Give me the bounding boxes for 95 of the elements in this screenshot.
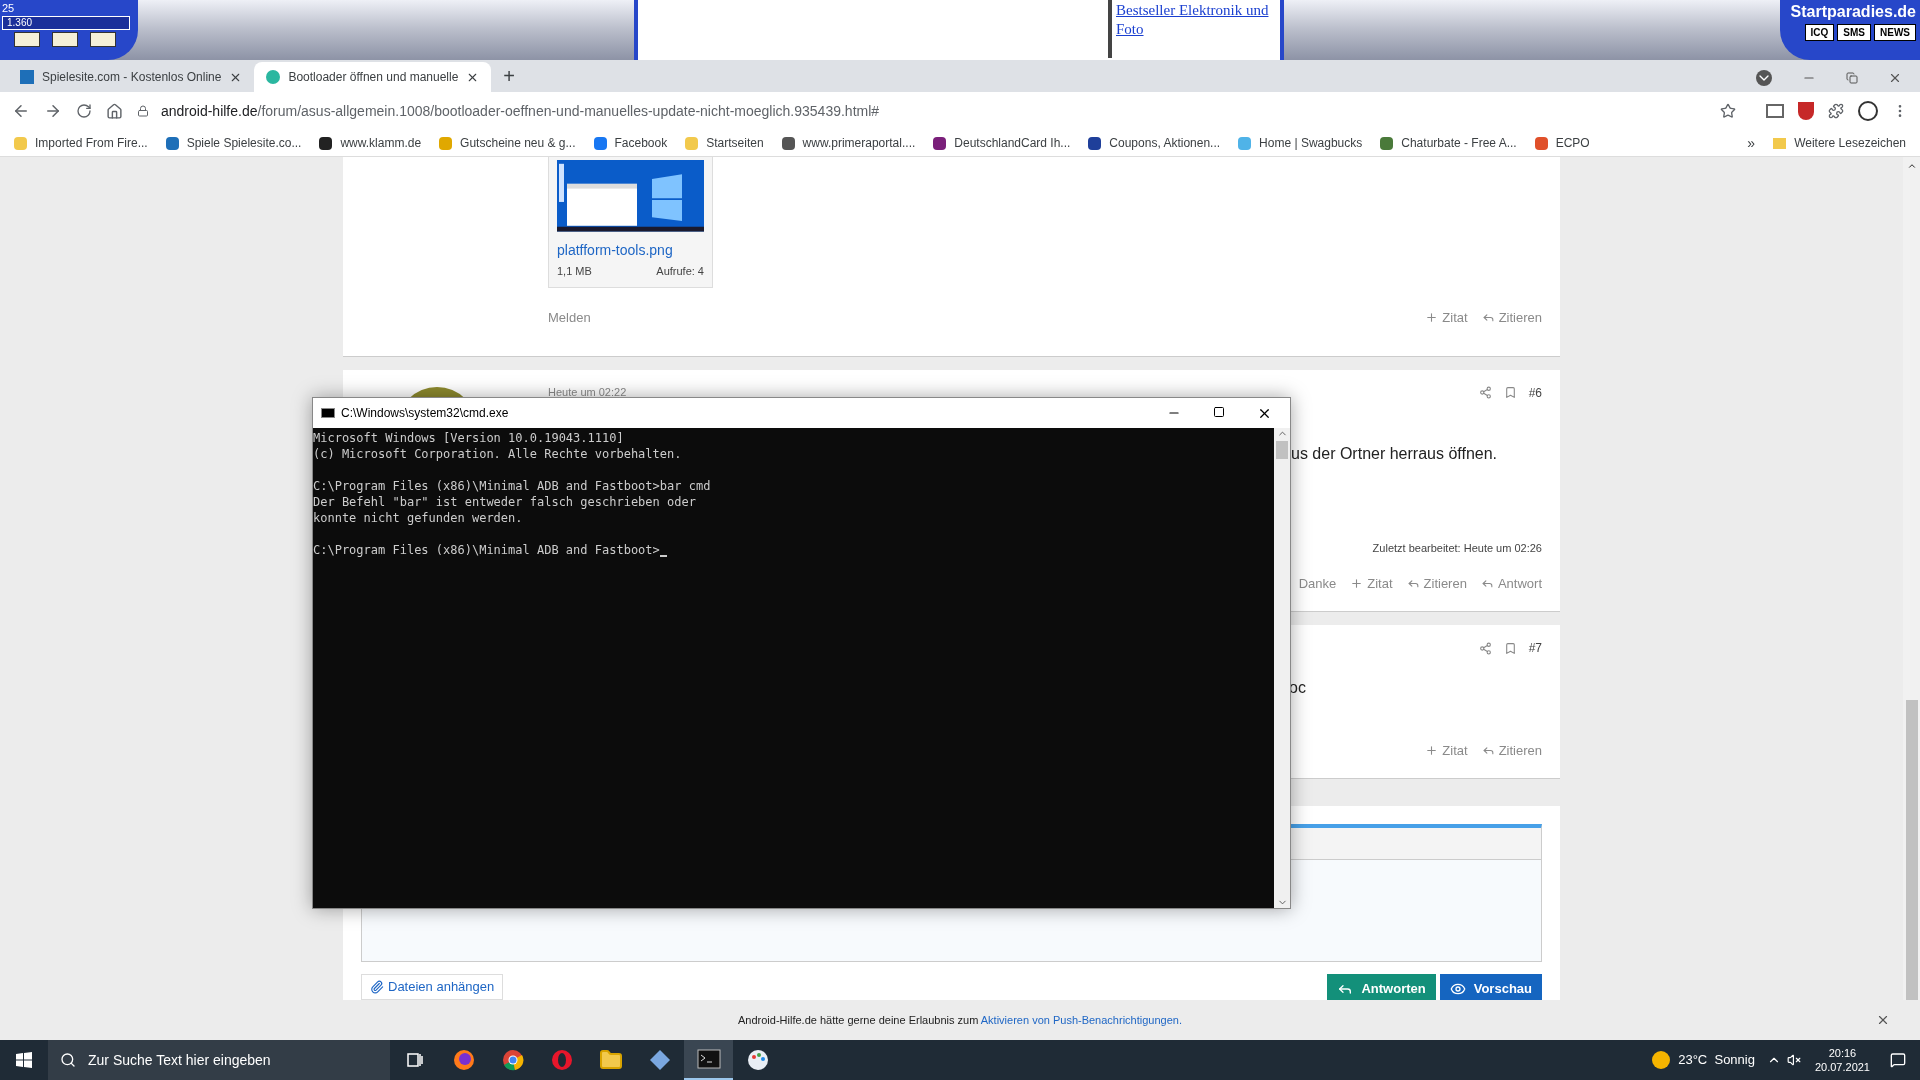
address-field[interactable]: android-hilfe.de/forum/asus-allgemein.1008/bootloader-oeffnen-und-manuelles-update-nicht-moeglich.935439.html# xyxy=(137,96,1736,126)
extensions-icon[interactable] xyxy=(1828,103,1844,119)
bookmark-link[interactable]: www.klamm.de xyxy=(319,134,422,152)
post-text: us der Ortner herraus öffnen. xyxy=(1291,443,1499,464)
browser-tab[interactable]: Bootloader öffnen und manuelle xyxy=(254,62,492,92)
cursor xyxy=(659,555,667,557)
reload-icon[interactable] xyxy=(76,103,92,119)
share-icon[interactable] xyxy=(1478,641,1492,655)
bookmark-link[interactable]: Coupons, Aktionen... xyxy=(1088,134,1221,152)
notification-text: Android-Hilfe.de hätte gerne deine Erlaubnis zum Aktivieren von Push-Benachrichtigungen. xyxy=(738,1012,1182,1028)
weather-icon xyxy=(1652,1051,1671,1069)
home-icon[interactable] xyxy=(106,102,123,120)
plus-icon xyxy=(1350,577,1364,591)
post-number[interactable]: #7 xyxy=(1528,639,1542,658)
bookmark-link[interactable]: Startseiten xyxy=(685,134,764,152)
close-icon[interactable] xyxy=(1876,1013,1890,1027)
forward-icon[interactable] xyxy=(44,102,62,120)
palette-icon xyxy=(745,1048,770,1072)
ad-link[interactable]: Bestseller Elektronik und Foto xyxy=(1116,1,1276,39)
post-number[interactable]: #6 xyxy=(1528,383,1542,402)
bookmark-link[interactable]: ECPO xyxy=(1534,134,1590,152)
brand-button[interactable]: SMS xyxy=(1837,24,1871,41)
action-link[interactable]: Zitat xyxy=(1425,308,1468,328)
bookmark-icon[interactable] xyxy=(1503,386,1517,400)
widget-button[interactable] xyxy=(52,32,78,47)
task-view-icon xyxy=(405,1051,424,1069)
browser-icon xyxy=(451,1048,476,1072)
attach-files-button[interactable]: Dateien anhängen xyxy=(361,974,504,1000)
taskbar-app[interactable] xyxy=(684,1040,733,1080)
maximize-icon[interactable] xyxy=(1213,405,1225,418)
terminal-icon xyxy=(696,1049,721,1069)
console-output: Microsoft Windows [Version 10.0.19043.1110] (c) Microsoft Corporation. Alle Rechte vorbehalten. C:\Program Files (x86)\Minimal ADB and Fastboot>bar cmd Der Befehl "bar" ist entweder falsch geschrieben oder konnte nicht gefunden werden. C:\Program Files (x86)\Minimal ADB and Fastboot> xyxy=(313,430,712,559)
bookmark-link[interactable]: www.primeraportal.... xyxy=(781,134,916,152)
favicon-icon xyxy=(20,70,34,84)
plus-icon xyxy=(1425,743,1439,757)
share-icon[interactable] xyxy=(1478,386,1492,400)
action-link[interactable]: Zitat xyxy=(1350,573,1393,594)
diamond-icon xyxy=(648,1049,671,1071)
volume-icon[interactable] xyxy=(1786,1053,1801,1067)
clock[interactable]: 20:16 20.07.2021 xyxy=(1814,1046,1870,1074)
bookmark-link[interactable]: Home | Swagbucks xyxy=(1238,134,1363,152)
scrollbar-thumb[interactable] xyxy=(1276,441,1288,459)
search-field[interactable]: Zur Suche Text hier eingeben xyxy=(48,1040,390,1080)
attachment-name[interactable]: platfform-tools.png xyxy=(557,239,704,261)
action-link[interactable]: Antwort xyxy=(1480,573,1542,594)
favicon-icon xyxy=(266,70,281,84)
score-field: 1.360 xyxy=(2,16,130,30)
bookmark-link[interactable]: Imported From Fire... xyxy=(14,134,148,152)
brand-button[interactable]: ICQ xyxy=(1804,24,1835,41)
bookmark-star-icon[interactable] xyxy=(1720,103,1736,119)
widget-button[interactable] xyxy=(14,32,40,47)
search-icon xyxy=(60,1052,76,1068)
lock-icon xyxy=(137,105,149,117)
paperclip-icon xyxy=(370,980,384,994)
brand-logo-text: Startparadies.de xyxy=(1790,2,1916,22)
scroll-up-icon[interactable] xyxy=(1906,161,1917,171)
more-bookmarks-button[interactable]: » xyxy=(1747,132,1756,154)
action-link[interactable]: Zitat xyxy=(1425,740,1468,761)
bookmark-link[interactable]: DeutschlandCard Ih... xyxy=(933,134,1071,152)
bookmark-link[interactable]: Spiele Spielesite.co... xyxy=(165,134,302,152)
tab-search-icon[interactable] xyxy=(1756,70,1772,86)
widget-button[interactable] xyxy=(90,32,116,47)
shield-icon[interactable] xyxy=(1798,102,1814,120)
views-text: Aufrufe: 4 xyxy=(656,263,704,279)
folder-icon xyxy=(598,1048,623,1072)
windows-logo-icon[interactable] xyxy=(16,1052,32,1068)
notification-link[interactable]: Aktivieren von Push-Benachrichtigungen. xyxy=(980,1013,1182,1026)
bookmark-link[interactable]: Chaturbate - Free A... xyxy=(1380,134,1517,152)
file-size-text: 1,1 MB xyxy=(557,263,592,279)
restore-icon[interactable] xyxy=(1846,72,1858,84)
attachment-card[interactable]: platfform-tools.png 1,1 MB Aufrufe: 4 xyxy=(548,157,713,288)
bookmark-link[interactable]: Facebook xyxy=(593,134,668,152)
notifications-icon[interactable] xyxy=(1890,1052,1906,1068)
edited-note: Zuletzt bearbeitet: Heute um 02:26 xyxy=(1372,541,1542,557)
action-link[interactable]: Danke xyxy=(1298,573,1337,594)
bookmark-link[interactable]: Weitere Lesezeichen xyxy=(1773,134,1906,152)
scrollbar-thumb[interactable] xyxy=(1905,700,1918,1000)
bookmark-link[interactable]: Gutscheine neu & g... xyxy=(439,134,576,152)
console-icon xyxy=(321,408,335,418)
preview-button[interactable]: Vorschau xyxy=(1439,974,1542,1000)
counter-text: 25 xyxy=(2,2,15,14)
browser-icon xyxy=(500,1048,525,1072)
browser-icon xyxy=(549,1048,574,1072)
bookmark-icon[interactable] xyxy=(1503,641,1517,655)
plus-icon xyxy=(1425,311,1439,325)
weather-text[interactable]: 23°C Sonnig xyxy=(1678,1050,1755,1070)
new-tab-button[interactable]: + xyxy=(503,64,516,88)
profile-icon[interactable] xyxy=(1858,101,1878,121)
submit-button[interactable]: Antworten xyxy=(1327,974,1436,1000)
brand-button[interactable]: NEWS xyxy=(1874,24,1916,41)
back-icon[interactable] xyxy=(12,102,30,120)
window-title: C:\Windows\system32\cmd.exe xyxy=(341,405,509,422)
folder-icon xyxy=(1773,137,1787,149)
report-link[interactable]: Melden xyxy=(548,308,591,328)
post-time: Heute um 02:22 xyxy=(548,385,627,401)
